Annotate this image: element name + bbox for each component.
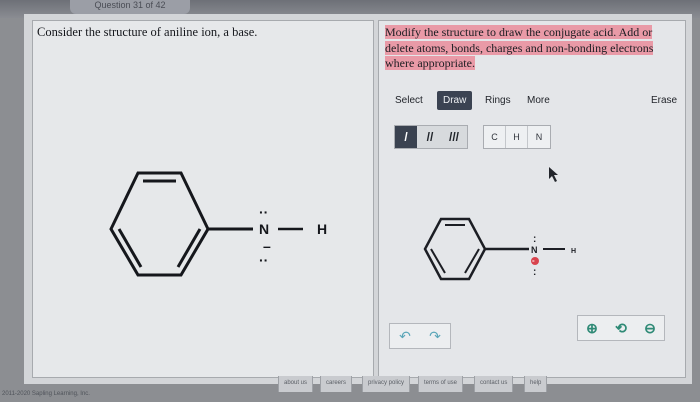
aniline-structure: N H ·· – ·· (109, 171, 327, 277)
terms-of-use-link[interactable]: terms of use (418, 376, 464, 392)
zoom-group: ⊕ ⟲ ⊖ (577, 315, 665, 341)
negative-charge-symbol: - (532, 256, 535, 265)
copyright-text: 2011-2020 Sapling Learning, Inc. (2, 391, 90, 397)
benzene-ring (109, 171, 210, 277)
cursor-icon (549, 167, 558, 182)
nitrogen-atom: N (259, 221, 269, 237)
privacy-policy-link[interactable]: privacy policy (362, 376, 411, 392)
careers-link[interactable]: careers (320, 376, 353, 392)
hydrogen-atom: H (571, 248, 576, 255)
hydrogen-atom: H (317, 221, 327, 237)
question-tab[interactable]: Question 31 of 42 (70, 0, 190, 14)
footer-links: about us careers privacy policy terms of… (278, 376, 578, 394)
contact-us-link[interactable]: contact us (474, 376, 514, 392)
lone-pair-top: ·· (259, 204, 268, 220)
double-bond-line (430, 248, 446, 274)
lone-pair-bottom: : (533, 267, 536, 278)
lone-pair-top: : (533, 234, 536, 245)
reset-zoom-icon[interactable]: ⟲ (607, 316, 635, 340)
drawing-panel: Modify the structure to draw the conjuga… (378, 20, 686, 378)
help-link[interactable]: help (524, 376, 548, 392)
nitrogen-atom: N (531, 245, 538, 255)
undo-icon[interactable]: ↶ (390, 324, 420, 348)
zoom-out-icon[interactable]: ⊖ (636, 316, 664, 340)
zoom-in-icon[interactable]: ⊕ (578, 316, 606, 340)
undo-redo-group: ↶ ↷ (389, 323, 451, 349)
double-bond-line (464, 248, 480, 274)
question-panel: Consider the structure of aniline ion, a… (32, 20, 374, 378)
lone-pair-bottom: ·· (259, 252, 268, 268)
benzene-ring (423, 217, 487, 281)
about-us-link[interactable]: about us (278, 376, 314, 392)
redo-icon[interactable]: ↷ (420, 324, 450, 348)
